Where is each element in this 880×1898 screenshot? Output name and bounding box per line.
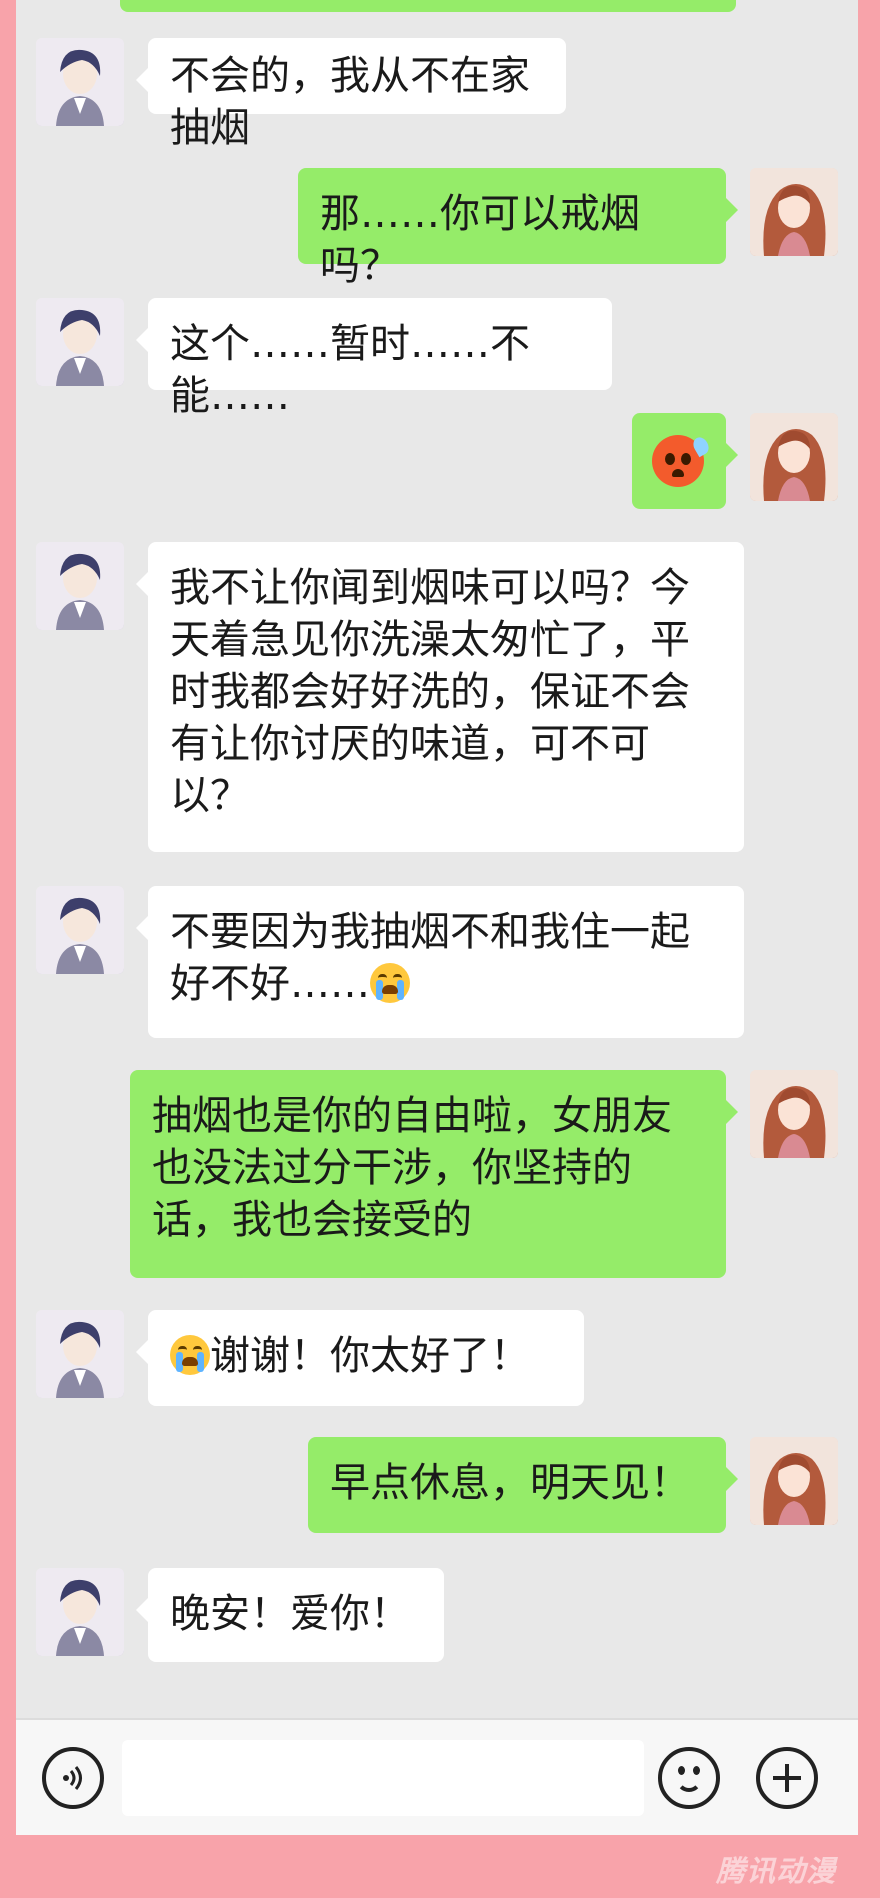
message-bubble[interactable]: 这个……暂时……不能……: [136, 298, 612, 419]
girl-avatar-icon: [750, 413, 838, 501]
girl-avatar-icon: [750, 1070, 838, 1158]
loudly-crying-face-icon: [370, 963, 410, 1003]
contact-avatar[interactable]: [36, 1568, 124, 1656]
message-list[interactable]: 不会的，我从不在家抽烟 那……你可以戒烟吗？ 这个……暂时……不能…… 我不让你…: [16, 0, 858, 1718]
boy-avatar-icon: [36, 886, 124, 974]
boy-avatar-icon: [36, 298, 124, 386]
message-text: 谢谢！你太好了！: [210, 1333, 530, 1379]
message-bubble[interactable]: 抽烟也是你的自由啦，女朋友也没法过分干涉，你坚持的话，我也会接受的: [130, 1070, 738, 1278]
message-row: 不要因为我抽烟不和我住一起好不好……: [36, 886, 744, 1038]
voice-button[interactable]: [42, 1747, 104, 1809]
message-bubble[interactable]: 不要因为我抽烟不和我住一起好不好……: [136, 886, 744, 1038]
message-text: 不要因为我抽烟不和我住一起好不好……: [170, 909, 690, 1007]
message-row: 我不让你闻到烟味可以吗？今天着急见你洗澡太匆忙了，平时我都会好好洗的，保证不会有…: [36, 542, 744, 852]
message-row: 早点休息，明天见！: [308, 1437, 838, 1533]
flushed-face-icon: [652, 434, 712, 487]
boy-avatar-icon: [36, 1310, 124, 1398]
message-bubble[interactable]: 不会的，我从不在家抽烟: [136, 38, 566, 151]
message-row: 这个……暂时……不能……: [36, 298, 612, 419]
chat-window: 不会的，我从不在家抽烟 那……你可以戒烟吗？ 这个……暂时……不能…… 我不让你…: [16, 0, 858, 1835]
watermark-logo: 腾讯动漫: [716, 1854, 837, 1888]
message-bubble[interactable]: 我不让你闻到烟味可以吗？今天着急见你洗澡太匆忙了，平时我都会好好洗的，保证不会有…: [136, 542, 744, 852]
my-avatar[interactable]: [750, 1070, 838, 1158]
girl-avatar-icon: [750, 168, 838, 256]
loudly-crying-face-icon: [170, 1335, 210, 1375]
contact-avatar[interactable]: [36, 1310, 124, 1398]
input-bar: [16, 1718, 858, 1835]
message-row: 晚安！爱你！: [36, 1568, 444, 1662]
message-bubble[interactable]: [632, 413, 738, 509]
plus-button[interactable]: [756, 1747, 818, 1809]
emoji-button[interactable]: [658, 1747, 720, 1809]
contact-avatar[interactable]: [36, 886, 124, 974]
my-avatar[interactable]: [750, 413, 838, 501]
boy-avatar-icon: [36, 542, 124, 630]
boy-avatar-icon: [36, 1568, 124, 1656]
message-row: 抽烟也是你的自由啦，女朋友也没法过分干涉，你坚持的话，我也会接受的: [130, 1070, 838, 1278]
contact-avatar[interactable]: [36, 298, 124, 386]
message-row: 那……你可以戒烟吗？: [298, 168, 838, 289]
voice-icon: [63, 1766, 82, 1790]
boy-avatar-icon: [36, 38, 124, 126]
message-row: 谢谢！你太好了！: [36, 1310, 584, 1406]
my-avatar[interactable]: [750, 1437, 838, 1525]
message-bubble[interactable]: 那……你可以戒烟吗？: [298, 168, 738, 289]
contact-avatar[interactable]: [36, 542, 124, 630]
message-bubble[interactable]: 早点休息，明天见！: [308, 1437, 738, 1533]
message-row: [632, 413, 838, 509]
message-input[interactable]: [122, 1740, 644, 1816]
previous-message-bubble-edge: [120, 0, 736, 12]
contact-avatar[interactable]: [36, 38, 124, 126]
message-bubble[interactable]: 晚安！爱你！: [136, 1568, 444, 1662]
my-avatar[interactable]: [750, 168, 838, 256]
message-bubble[interactable]: 谢谢！你太好了！: [136, 1310, 584, 1406]
message-row: 不会的，我从不在家抽烟: [36, 38, 566, 151]
girl-avatar-icon: [750, 1437, 838, 1525]
